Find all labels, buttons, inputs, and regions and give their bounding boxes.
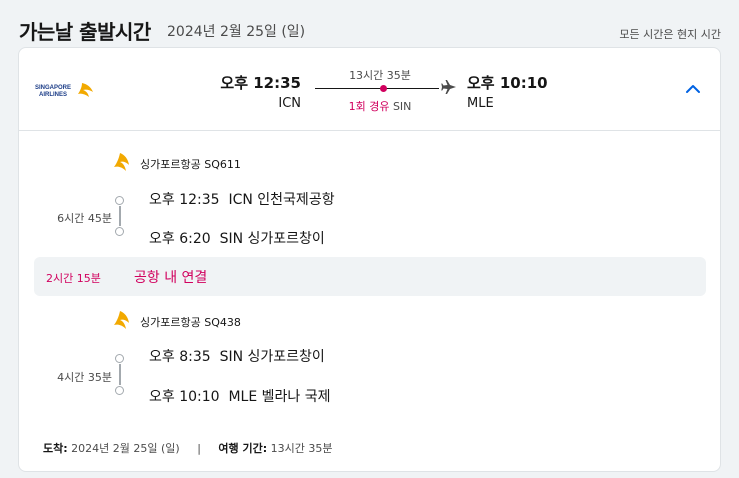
summary-duration: 13시간 35분 (349, 69, 411, 82)
flight-summary[interactable]: SINGAPORE AIRLINES 오후 12:35 ICN 13시간 35분… (19, 48, 720, 131)
flight-detail-card: SINGAPORE AIRLINES 오후 12:35 ICN 13시간 35분… (18, 47, 721, 472)
svg-text:SINGAPORE: SINGAPORE (35, 85, 71, 91)
route-line (315, 88, 439, 89)
segment-departure-place: ICN 인천국제공항 (228, 192, 335, 208)
segment-arrival-place: MLE 벨라나 국제 (228, 389, 331, 405)
timeline-departure-dot (115, 354, 124, 363)
segment-arrival-place: SIN 싱가포르창이 (219, 231, 325, 247)
svg-text:AIRLINES: AIRLINES (39, 92, 67, 98)
summary-departure-time: 오후 12:35 (220, 74, 301, 92)
page-title: 가는날 출발시간 (19, 20, 151, 44)
summary-arrival-code: MLE (467, 96, 494, 111)
segment-departure: 오후 8:35 SIN 싱가포르창이 (149, 346, 325, 366)
timeline-line (119, 206, 121, 226)
summary-departure-code: ICN (278, 96, 301, 111)
trip-duration-value: 13시간 35분 (270, 442, 333, 455)
stop-airport-code: SIN (392, 100, 412, 113)
singapore-airlines-bird-icon (114, 311, 129, 329)
layover-banner: 2시간 15분 공항 내 연결 (34, 257, 706, 296)
stops-count: 1회 경유 (348, 100, 390, 113)
segment-departure-place: SIN 싱가포르창이 (219, 349, 325, 365)
segment-airline: 싱가포르항공 SQ611 (140, 158, 241, 171)
timeline-arrival-dot (115, 227, 124, 236)
segment-airline: 싱가포르항공 SQ438 (140, 316, 241, 329)
singapore-airlines-logo: SINGAPORE AIRLINES (35, 83, 93, 98)
segment-arrival-time: 오후 6:20 (149, 231, 211, 247)
layover-text: 공항 내 연결 (134, 270, 208, 286)
arrival-label: 도착: (43, 442, 68, 455)
segment-duration: 6시간 45분 (57, 212, 112, 225)
arrival-date: 2024년 2월 25일 (일) (71, 442, 180, 455)
singapore-airlines-bird-icon (114, 153, 129, 171)
plane-icon (441, 80, 456, 94)
trip-footer: 도착: 2024년 2월 25일 (일) | 여행 기간: 13시간 35분 (43, 440, 332, 456)
summary-stops: 1회 경유 SIN (315, 98, 445, 114)
segment-duration: 4시간 35분 (57, 371, 112, 384)
chevron-up-icon[interactable] (684, 80, 702, 98)
layover-duration: 2시간 15분 (46, 272, 101, 285)
timeline-line (119, 364, 121, 385)
stop-marker (380, 85, 387, 92)
timezone-note: 모든 시간은 현지 시간 (619, 28, 721, 41)
page-header: 가는날 출발시간 2024년 2월 25일 (일) 모든 시간은 현지 시간 (0, 0, 739, 48)
segment-arrival: 오후 6:20 SIN 싱가포르창이 (149, 228, 325, 248)
timeline-arrival-dot (115, 386, 124, 395)
departure-date: 2024년 2월 25일 (일) (167, 24, 306, 40)
segment-departure: 오후 12:35 ICN 인천국제공항 (149, 189, 335, 209)
summary-arrival-time: 오후 10:10 (467, 74, 548, 92)
footer-separator: | (197, 442, 201, 455)
segment-arrival: 오후 10:10 MLE 벨라나 국제 (149, 386, 331, 406)
segment-departure-time: 오후 8:35 (149, 349, 211, 365)
trip-duration-label: 여행 기간: (218, 442, 268, 455)
timeline-departure-dot (115, 196, 124, 205)
segment-arrival-time: 오후 10:10 (149, 389, 220, 405)
segment-departure-time: 오후 12:35 (149, 192, 220, 208)
